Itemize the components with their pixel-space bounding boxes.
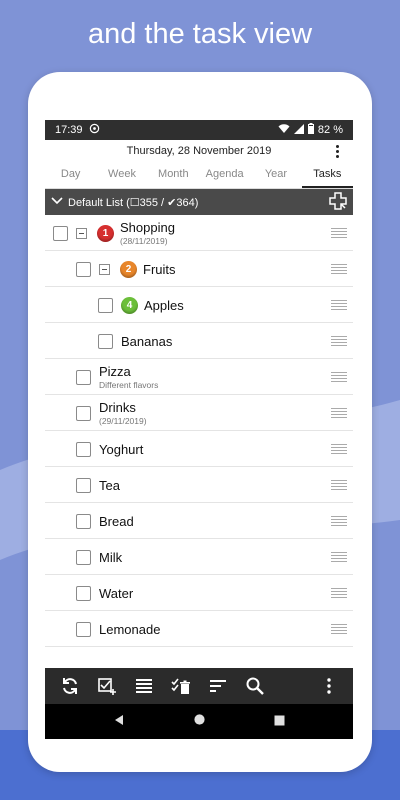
drag-handle-icon[interactable]	[331, 263, 347, 275]
task-checkbox[interactable]	[76, 369, 91, 385]
task-label: Shopping	[120, 220, 175, 235]
list-view-icon[interactable]	[125, 668, 162, 704]
task-subtitle: (29/11/2019)	[99, 416, 147, 426]
task-label: Apples	[144, 297, 184, 313]
app-screen: 17:39 82 % Thursday, 28 November 2019 Da…	[45, 120, 353, 739]
task-label: Bananas	[121, 333, 173, 349]
more-icon[interactable]	[310, 668, 347, 704]
drag-handle-icon[interactable]	[331, 515, 347, 527]
task-checkbox[interactable]	[76, 441, 91, 457]
task-row[interactable]: 4 Apples	[45, 287, 353, 323]
tab-agenda[interactable]: Agenda	[199, 162, 250, 188]
headline: and the task view	[87, 18, 313, 50]
task-label: Drinks	[99, 400, 136, 415]
tab-month[interactable]: Month	[148, 162, 199, 188]
task-row[interactable]: Pizza Different flavors	[45, 359, 353, 395]
list-header-bar[interactable]: Default List (☐355 / ✔364)	[45, 189, 353, 215]
task-subtitle: (28/11/2019)	[120, 236, 168, 246]
status-bar: 17:39 82 %	[45, 120, 353, 140]
clear-done-icon[interactable]	[162, 668, 199, 704]
drag-handle-icon[interactable]	[331, 227, 347, 239]
add-list-icon[interactable]	[329, 191, 347, 213]
bottom-toolbar	[45, 668, 353, 704]
chevron-down-icon[interactable]	[51, 196, 63, 208]
tab-tasks[interactable]: Tasks	[301, 162, 353, 188]
sync-icon[interactable]	[51, 668, 88, 704]
priority-badge: 1	[97, 224, 114, 242]
task-list: 1 Shopping (28/11/2019) 2 Fruits 4 Apples Banan…	[45, 215, 353, 647]
task-row[interactable]: Water	[45, 575, 353, 611]
collapse-icon[interactable]	[99, 263, 110, 275]
task-label: Bread	[99, 513, 134, 529]
drag-handle-icon[interactable]	[331, 299, 347, 311]
task-row[interactable]: Bananas	[45, 323, 353, 359]
collapse-icon[interactable]	[76, 227, 87, 239]
task-row[interactable]: Bread	[45, 503, 353, 539]
add-task-icon[interactable]	[88, 668, 125, 704]
task-checkbox[interactable]	[76, 621, 91, 637]
drag-handle-icon[interactable]	[331, 335, 347, 347]
status-time: 17:39	[55, 124, 83, 136]
task-label: Lemonade	[99, 621, 161, 637]
recents-icon[interactable]	[274, 713, 285, 731]
task-checkbox[interactable]	[98, 333, 113, 349]
wifi-icon	[278, 123, 290, 137]
task-label: Pizza	[99, 364, 131, 379]
task-checkbox[interactable]	[53, 225, 68, 241]
priority-badge: 2	[120, 260, 137, 278]
task-label: Fruits	[143, 261, 176, 277]
drag-handle-icon[interactable]	[331, 623, 347, 635]
overflow-menu-icon[interactable]	[329, 143, 345, 159]
battery-level: 82 %	[317, 124, 343, 136]
drag-handle-icon[interactable]	[331, 371, 347, 383]
battery-icon	[307, 123, 314, 137]
sort-icon[interactable]	[199, 668, 236, 704]
view-tabs: Day Week Month Agenda Year Tasks	[45, 162, 353, 189]
task-checkbox[interactable]	[76, 585, 91, 601]
signal-icon	[293, 123, 304, 137]
search-icon[interactable]	[236, 668, 273, 704]
task-row[interactable]: Drinks (29/11/2019)	[45, 395, 353, 431]
task-label: Water	[99, 585, 134, 601]
date-title: Thursday, 28 November 2019	[126, 145, 272, 157]
task-checkbox[interactable]	[76, 549, 91, 565]
app-notification-icon	[89, 123, 100, 137]
task-checkbox[interactable]	[76, 477, 91, 493]
list-title: Default List (☐355 / ✔364)	[68, 196, 199, 209]
task-label: Milk	[99, 549, 123, 565]
drag-handle-icon[interactable]	[331, 587, 347, 599]
drag-handle-icon[interactable]	[331, 479, 347, 491]
task-label: Tea	[99, 477, 120, 493]
tab-day[interactable]: Day	[45, 162, 96, 188]
task-row[interactable]: Lemonade	[45, 611, 353, 647]
task-checkbox[interactable]	[98, 297, 113, 313]
task-row[interactable]: 1 Shopping (28/11/2019)	[45, 215, 353, 251]
task-row[interactable]: Milk	[45, 539, 353, 575]
tab-week[interactable]: Week	[96, 162, 147, 188]
task-row[interactable]: Tea	[45, 467, 353, 503]
back-icon[interactable]	[113, 713, 125, 731]
task-checkbox[interactable]	[76, 513, 91, 529]
system-nav-bar	[45, 704, 353, 739]
priority-badge: 4	[121, 296, 138, 314]
task-label: Yoghurt	[99, 441, 144, 457]
home-icon[interactable]	[193, 713, 206, 731]
drag-handle-icon[interactable]	[331, 407, 347, 419]
drag-handle-icon[interactable]	[331, 443, 347, 455]
task-checkbox[interactable]	[76, 405, 91, 421]
drag-handle-icon[interactable]	[331, 551, 347, 563]
task-checkbox[interactable]	[76, 261, 91, 277]
task-subtitle: Different flavors	[99, 380, 159, 390]
task-row[interactable]: 2 Fruits	[45, 251, 353, 287]
task-row[interactable]: Yoghurt	[45, 431, 353, 467]
date-header: Thursday, 28 November 2019	[45, 140, 353, 162]
tab-year[interactable]: Year	[250, 162, 301, 188]
